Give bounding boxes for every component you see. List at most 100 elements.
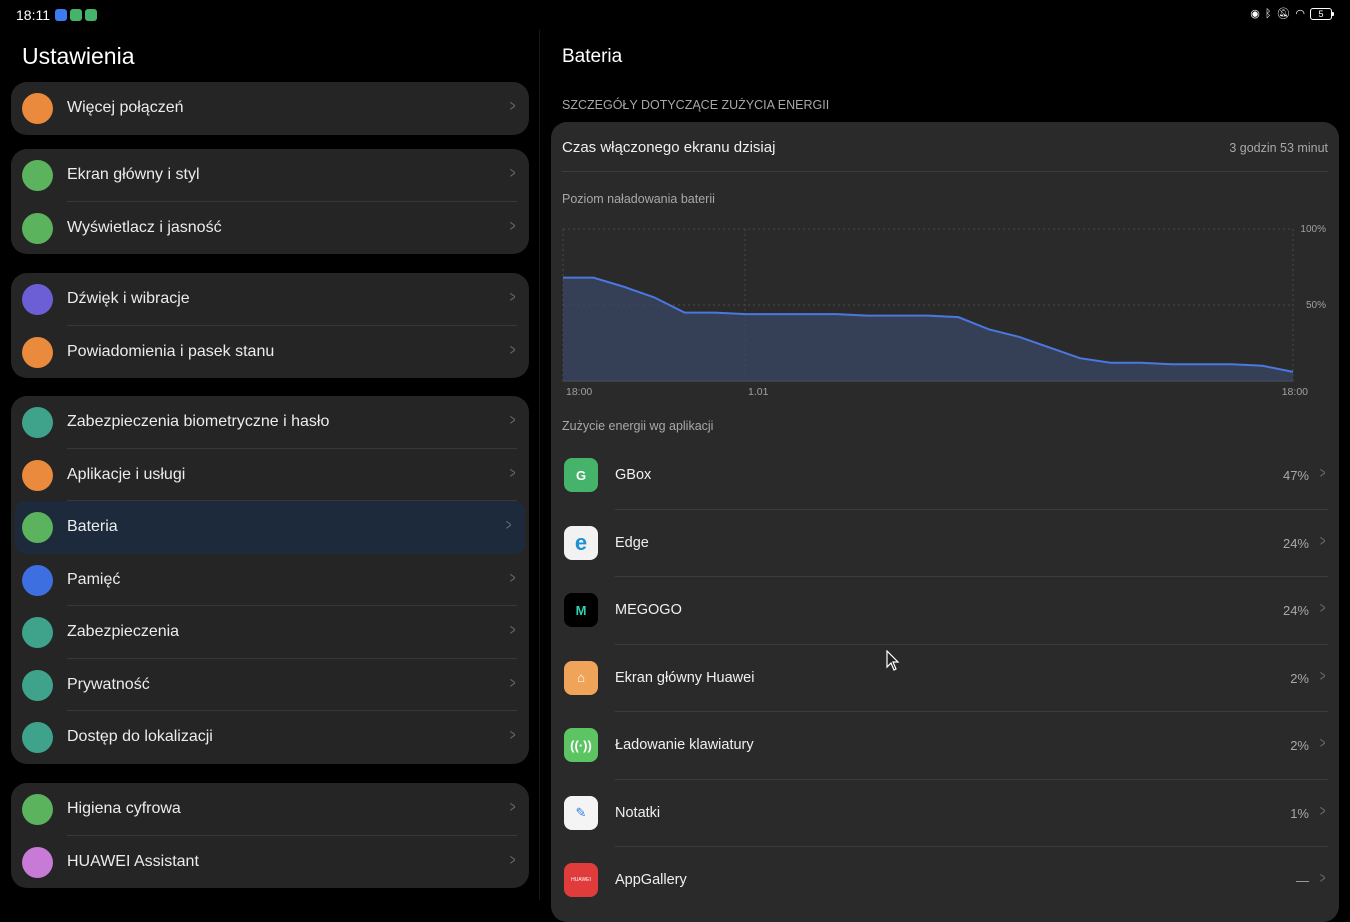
app-name: GBox bbox=[615, 467, 651, 483]
settings-item-label: Zabezpieczenia biometryczne i hasło bbox=[67, 413, 329, 431]
y-tick-label: 100% bbox=[1300, 224, 1326, 235]
status-time: 18:11 bbox=[16, 7, 50, 23]
settings-group: Dźwięk i wibracje>Powiadomienia i pasek … bbox=[11, 273, 529, 378]
app-name: Ładowanie klawiatury bbox=[615, 737, 754, 753]
settings-item-label: Pamięć bbox=[67, 571, 120, 589]
notification-icons bbox=[55, 9, 97, 21]
settings-item-label: Ekran główny i styl bbox=[67, 166, 200, 184]
chevron-right-icon: > bbox=[510, 570, 516, 588]
app-usage-percent: 2% bbox=[1290, 738, 1309, 753]
edge-icon: e bbox=[564, 526, 598, 560]
app-usage-row[interactable]: ✎ Notatki 1% > bbox=[551, 780, 1339, 848]
settings-item-label: Zabezpieczenia bbox=[67, 623, 179, 641]
x-tick-label: 18:00 bbox=[566, 386, 592, 398]
chevron-right-icon: > bbox=[1320, 600, 1326, 618]
settings-item[interactable]: Powiadomienia i pasek stanu> bbox=[11, 326, 529, 379]
settings-item-label: Więcej połączeń bbox=[67, 99, 184, 117]
page-title: Ustawienia bbox=[22, 43, 135, 70]
screen-time-label: Czas włączonego ekranu dzisiaj bbox=[562, 139, 775, 156]
app-usage-row[interactable]: e Edge 24% > bbox=[551, 510, 1339, 578]
chevron-right-icon: > bbox=[510, 852, 516, 870]
app-usage-row[interactable]: GGBox47%> bbox=[551, 442, 1339, 510]
settings-item[interactable]: Bateria> bbox=[15, 501, 525, 554]
chevron-right-icon: > bbox=[1320, 533, 1326, 551]
wireless-charge-icon: ((·)) bbox=[564, 728, 598, 762]
chevron-right-icon: > bbox=[1320, 465, 1326, 483]
shield-icon bbox=[22, 617, 53, 648]
app-name: Edge bbox=[615, 535, 649, 551]
appgallery-icon: HUAWEI bbox=[564, 863, 598, 897]
notes-icon: ✎ bbox=[564, 796, 598, 830]
settings-item-label: HUAWEI Assistant bbox=[67, 853, 199, 871]
chevron-right-icon: > bbox=[1320, 870, 1326, 888]
screen-time-value: 3 godzin 53 minut bbox=[1229, 141, 1328, 155]
battery-card: Czas włączonego ekranu dzisiaj 3 godzin … bbox=[551, 122, 1339, 922]
screen-time-row[interactable]: Czas włączonego ekranu dzisiaj 3 godzin … bbox=[562, 122, 1328, 172]
settings-item[interactable]: Dźwięk i wibracje> bbox=[11, 273, 529, 326]
chart-title: Poziom naładowania baterii bbox=[562, 192, 715, 206]
link-icon bbox=[22, 93, 53, 124]
battery-indicator: 5 bbox=[1310, 8, 1332, 20]
settings-item[interactable]: Zabezpieczenia biometryczne i hasło > bbox=[11, 396, 529, 449]
app-usage-row[interactable]: ⌂Ekran główny Huawei2%> bbox=[551, 645, 1339, 713]
settings-item[interactable]: Ekran główny i styl > bbox=[11, 149, 529, 202]
apps-icon bbox=[22, 460, 53, 491]
app-name: MEGOGO bbox=[615, 602, 682, 618]
x-tick-label: 1.01 bbox=[748, 386, 769, 398]
app-name: AppGallery bbox=[615, 872, 687, 888]
chevron-right-icon: > bbox=[1320, 803, 1326, 821]
settings-item[interactable]: Wyświetlacz i jasność> bbox=[11, 202, 529, 255]
nfc-icon: ◉ bbox=[1250, 7, 1260, 20]
settings-item[interactable]: HUAWEI Assistant > bbox=[11, 836, 529, 889]
hourglass-icon bbox=[22, 794, 53, 825]
chevron-right-icon: > bbox=[510, 98, 516, 116]
settings-item[interactable]: Zabezpieczenia > bbox=[11, 606, 529, 659]
settings-item[interactable]: Prywatność> bbox=[11, 659, 529, 712]
image-icon bbox=[22, 160, 53, 191]
settings-group: Higiena cyfrowa> HUAWEI Assistant > bbox=[11, 783, 529, 888]
chevron-right-icon: > bbox=[1320, 668, 1326, 686]
assistant-icon bbox=[22, 847, 53, 878]
status-bar: 18:11 ◉ ᛒ 🔕︎ ◠ 5 bbox=[0, 0, 1350, 30]
section-header: SZCZEGÓŁY DOTYCZĄCE ZUŻYCIA ENERGII bbox=[562, 98, 829, 112]
gbox-icon: G bbox=[564, 458, 598, 492]
settings-group: Zabezpieczenia biometryczne i hasło>Apli… bbox=[11, 396, 529, 764]
chevron-right-icon: > bbox=[510, 342, 516, 360]
app-usage-row[interactable]: HUAWEIAppGallery—> bbox=[551, 847, 1339, 915]
battery-area-fill bbox=[563, 278, 1293, 381]
chevron-right-icon: > bbox=[506, 517, 512, 535]
chevron-right-icon: > bbox=[510, 412, 516, 430]
app-usage-row[interactable]: ((·))Ładowanie klawiatury2%> bbox=[551, 712, 1339, 780]
chevron-right-icon: > bbox=[510, 465, 516, 483]
app-usage-percent: 24% bbox=[1283, 536, 1309, 551]
chevron-right-icon: > bbox=[510, 289, 516, 307]
storage-icon bbox=[22, 565, 53, 596]
settings-item[interactable]: Higiena cyfrowa> bbox=[11, 783, 529, 836]
privacy-icon bbox=[22, 670, 53, 701]
messenger-icon bbox=[55, 9, 67, 21]
settings-item-label: Wyświetlacz i jasność bbox=[67, 219, 222, 237]
gbox-icon bbox=[85, 9, 97, 21]
settings-group: Ekran główny i styl > Wyświetlacz i jasnoś… bbox=[11, 149, 529, 254]
settings-item-label: Dostęp do lokalizacji bbox=[67, 728, 213, 746]
settings-item[interactable]: Więcej połączeń > bbox=[11, 82, 529, 135]
wifi-icon: ◠ bbox=[1295, 7, 1305, 20]
settings-item[interactable]: Dostęp do lokalizacji> bbox=[11, 711, 529, 764]
bell-icon bbox=[22, 337, 53, 368]
app-usage-percent: 1% bbox=[1290, 806, 1309, 821]
eye-icon bbox=[22, 213, 53, 244]
app-usage-row[interactable]: MMEGOGO24%> bbox=[551, 577, 1339, 645]
apps-usage-title: Zużycie energii wg aplikacji bbox=[562, 419, 713, 433]
battery-level-chart[interactable]: 100%50%18:001.0118:00 bbox=[551, 217, 1339, 402]
chevron-right-icon: > bbox=[510, 622, 516, 640]
chevron-right-icon: > bbox=[510, 165, 516, 183]
settings-item[interactable]: Aplikacje i usługi> bbox=[11, 449, 529, 502]
y-tick-label: 50% bbox=[1306, 300, 1326, 311]
settings-item[interactable]: Pamięć > bbox=[11, 554, 529, 607]
bluetooth-icon: ᛒ bbox=[1265, 8, 1272, 20]
pane-divider bbox=[539, 30, 540, 900]
settings-sidebar: Ustawienia Więcej połączeń>Ekran główny … bbox=[0, 30, 540, 900]
app-name: Notatki bbox=[615, 805, 660, 821]
home-icon: ⌂ bbox=[564, 661, 598, 695]
mute-icon: 🔕︎ bbox=[1276, 7, 1290, 20]
